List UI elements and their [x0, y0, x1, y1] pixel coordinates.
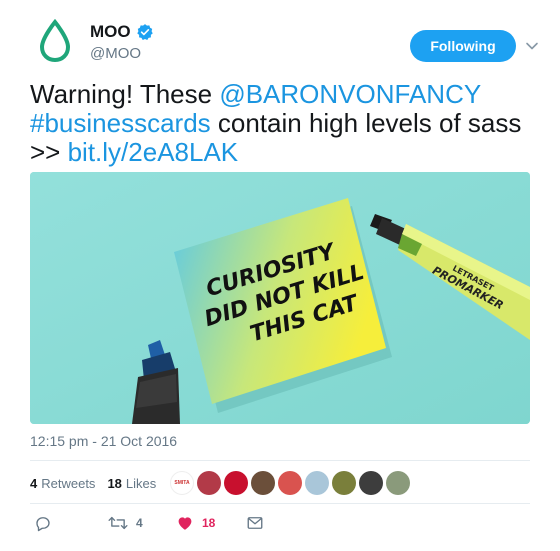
- tweet-text-segment: >>: [30, 137, 68, 167]
- verified-badge-icon: [136, 24, 153, 40]
- retweets-count[interactable]: 4: [30, 476, 37, 491]
- direct-message-button[interactable]: [246, 514, 264, 532]
- like-count: 18: [202, 516, 216, 530]
- heart-icon: [178, 517, 192, 530]
- tweet-text-segment: contain high levels of sass: [210, 108, 522, 138]
- tweet-text-segment: Warning! These: [30, 79, 220, 109]
- tweet-line-1: Warning! These @BARONVONFANCY: [30, 80, 540, 109]
- drop-logo-icon: [39, 18, 71, 63]
- liker-avatar[interactable]: [224, 471, 248, 495]
- like-button[interactable]: 18: [176, 514, 215, 532]
- tweet-timestamp[interactable]: 12:15 pm - 21 Oct 2016: [30, 433, 177, 449]
- mention-link[interactable]: @BARONVONFANCY: [219, 79, 481, 109]
- liker-avatar[interactable]: [305, 471, 329, 495]
- hashtag-link[interactable]: #businesscards: [30, 108, 211, 138]
- liker-avatar[interactable]: [278, 471, 302, 495]
- following-button[interactable]: Following: [410, 30, 516, 62]
- display-name[interactable]: MOO: [90, 22, 131, 42]
- retweet-button[interactable]: 4: [108, 514, 143, 532]
- retweet-icon: [108, 516, 128, 530]
- retweet-count: 4: [136, 516, 143, 530]
- business-card-photo: CURIOSITY DID NOT KILL THIS CAT LETRASET…: [30, 172, 530, 424]
- liker-avatar-label: SMITA: [174, 480, 190, 486]
- name-row: MOO: [90, 22, 154, 42]
- envelope-icon: [247, 517, 263, 529]
- tweet-photo[interactable]: CURIOSITY DID NOT KILL THIS CAT LETRASET…: [30, 172, 530, 424]
- liker-avatar[interactable]: [197, 471, 221, 495]
- liker-avatars: SMITA: [170, 471, 410, 495]
- likes-label[interactable]: Likes: [126, 476, 156, 491]
- divider: [30, 503, 530, 504]
- tweet-line-2: #businesscards contain high levels of sa…: [30, 109, 540, 138]
- liker-avatar[interactable]: [386, 471, 410, 495]
- liker-avatar[interactable]: [359, 471, 383, 495]
- retweets-label[interactable]: Retweets: [41, 476, 95, 491]
- reply-icon: [36, 517, 50, 532]
- liker-avatar[interactable]: [251, 471, 275, 495]
- tweet-header: MOO @MOO Following: [30, 14, 540, 70]
- reply-button[interactable]: [34, 514, 52, 532]
- tweet-stats: 4 Retweets 18 Likes: [30, 476, 168, 491]
- moo-logo-avatar[interactable]: [30, 16, 80, 66]
- tweet-line-3: >> bit.ly/2eA8LAK: [30, 138, 540, 167]
- tweet-text: Warning! These @BARONVONFANCY #businessc…: [30, 80, 540, 167]
- account-handle[interactable]: @MOO: [90, 45, 141, 62]
- likes-count[interactable]: 18: [107, 476, 121, 491]
- chevron-down-icon[interactable]: [524, 38, 540, 54]
- liker-avatar[interactable]: [332, 471, 356, 495]
- divider: [30, 460, 530, 461]
- liker-avatar[interactable]: SMITA: [170, 471, 194, 495]
- url-link[interactable]: bit.ly/2eA8LAK: [68, 137, 239, 167]
- tweet-actions: 4 18: [30, 514, 530, 536]
